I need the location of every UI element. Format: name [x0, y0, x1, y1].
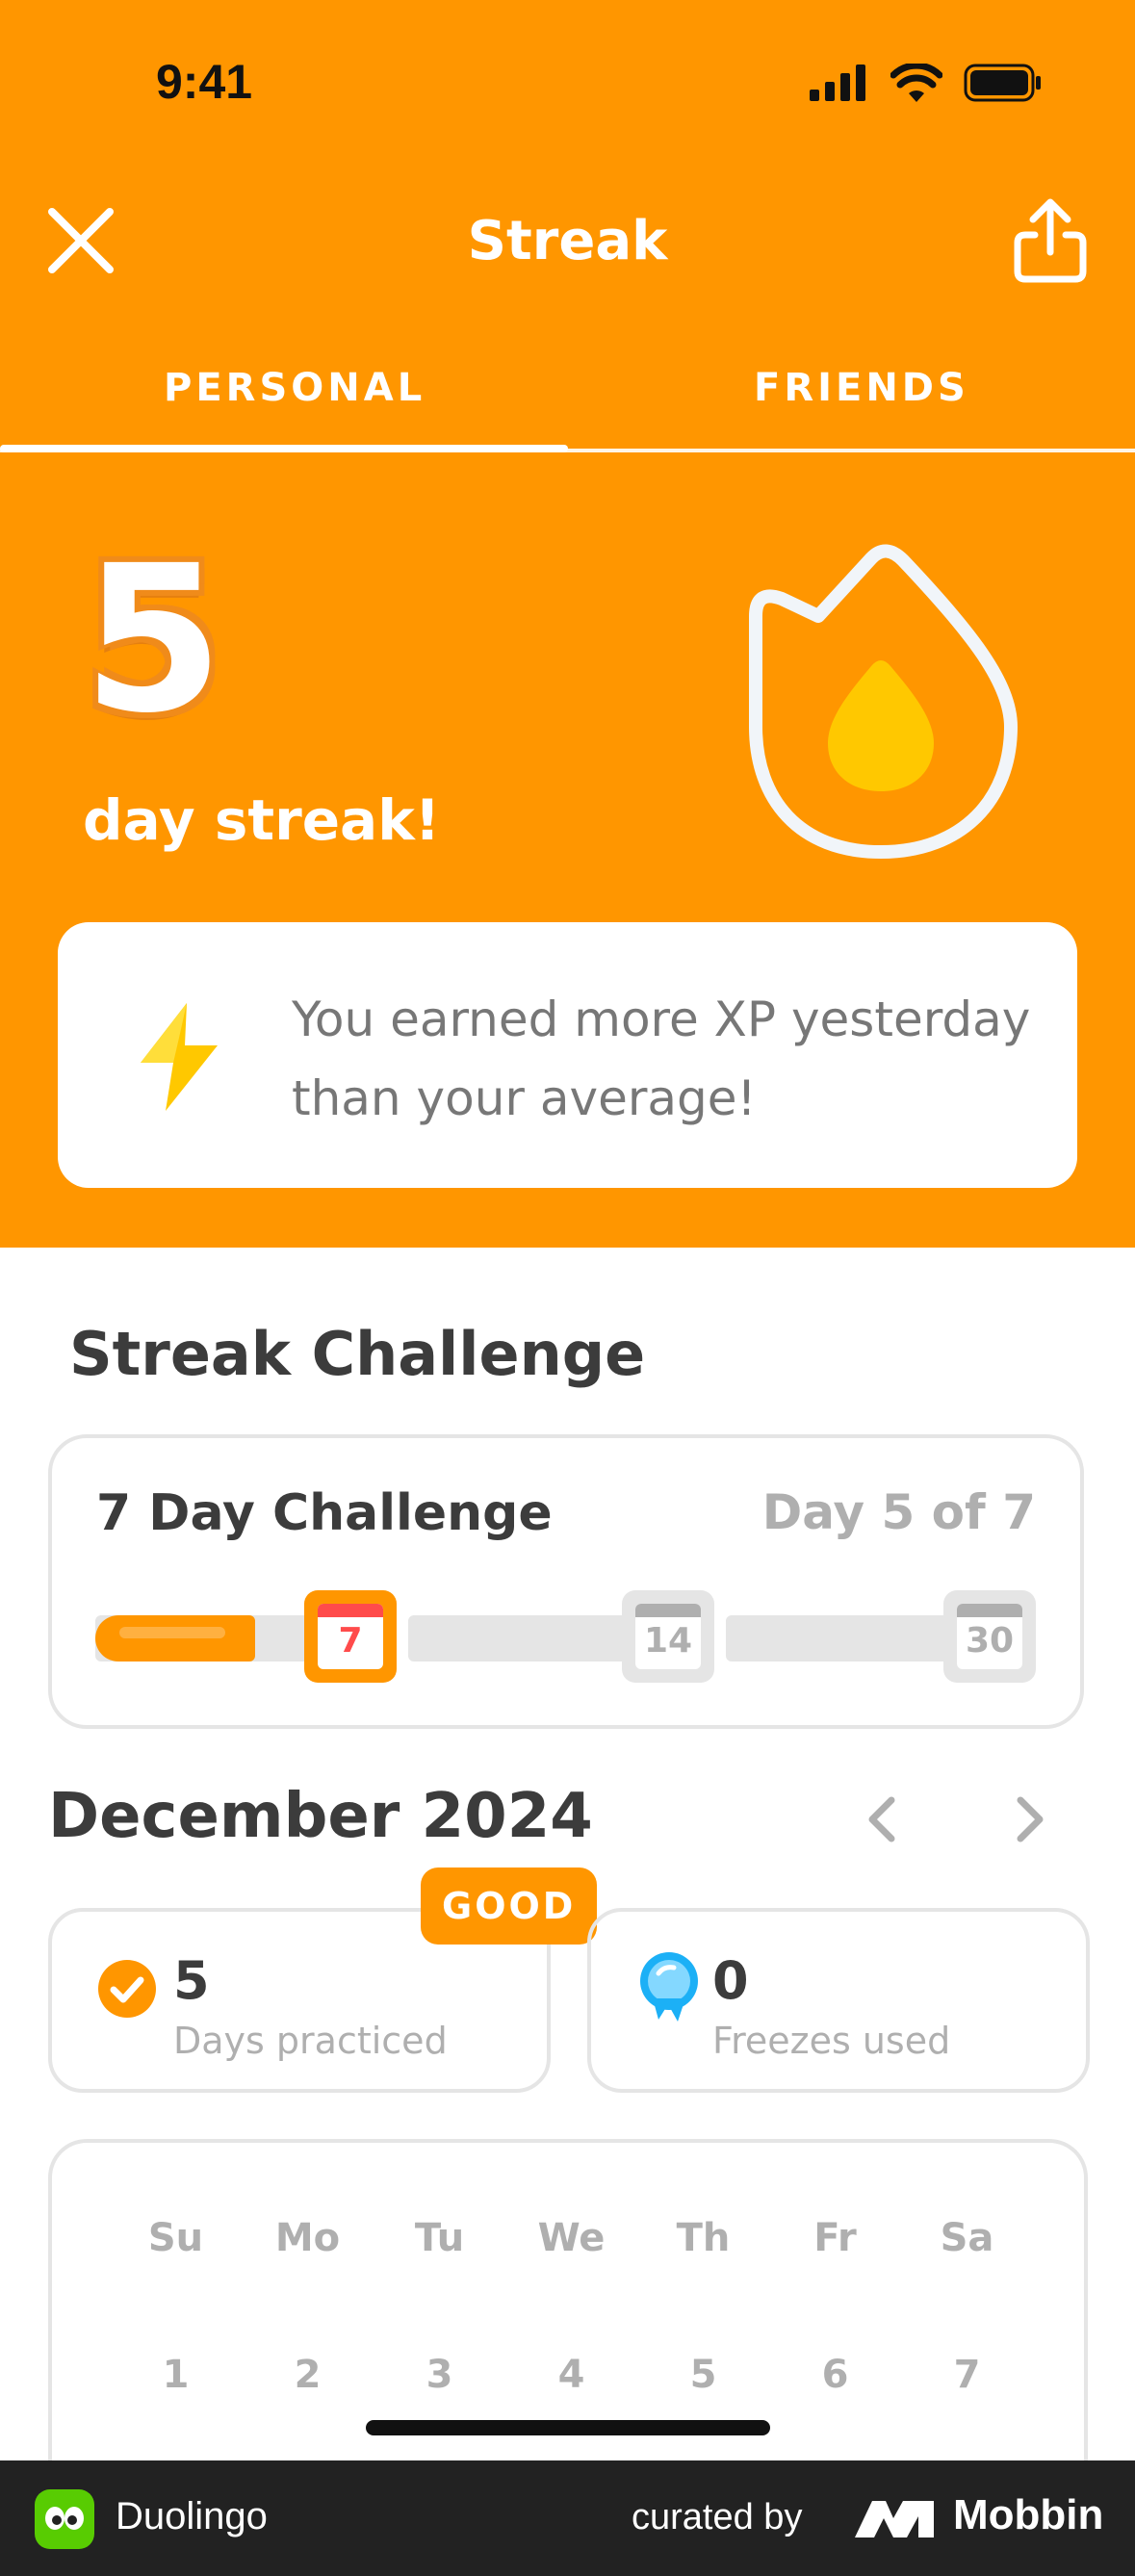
footer-curated-text: curated by	[632, 2497, 803, 2537]
tab-personal[interactable]: PERSONAL	[164, 366, 426, 410]
calendar-day[interactable]: 1	[110, 2353, 242, 2397]
chevron-right-icon[interactable]	[1011, 1794, 1049, 1844]
calendar-day[interactable]: 6	[769, 2353, 901, 2397]
tab-friends[interactable]: FRIENDS	[754, 366, 969, 410]
weekday-label: Mo	[274, 2216, 341, 2260]
calendar-day[interactable]: 4	[505, 2353, 637, 2397]
calendar-day[interactable]: 3	[374, 2353, 505, 2397]
weekday-label: Tu	[414, 2216, 465, 2260]
challenge-progress-text: Day 5 of 7	[761, 1484, 1036, 1540]
chevron-left-icon[interactable]	[863, 1794, 901, 1844]
page-title: Streak	[467, 210, 668, 272]
milestone-label: 30	[965, 1621, 1015, 1661]
days-practiced-value: 5	[173, 1950, 210, 2011]
freeze-icon	[640, 1952, 698, 2022]
freezes-used-value: 0	[712, 1950, 749, 2011]
mobbin-logo-icon	[855, 2501, 934, 2537]
milestone-7: 7	[304, 1590, 397, 1683]
streak-challenge-title: Streak Challenge	[69, 1319, 646, 1389]
progress-track-segment	[408, 1615, 658, 1662]
good-badge: GOOD	[421, 1868, 598, 1945]
xp-message-text: You earned more XP yesterday than your a…	[292, 992, 1031, 1126]
month-title: December 2024	[48, 1781, 593, 1852]
weekday-header-row: Su Mo Tu We Th Fr Sa	[110, 2216, 1034, 2260]
milestone-label: 7	[338, 1621, 363, 1661]
streak-label: day streak!	[83, 787, 441, 853]
calendar-icon: 14	[635, 1604, 701, 1669]
xp-message-card: You earned more XP yesterday than your a…	[58, 922, 1077, 1188]
calendar-day[interactable]: 7	[901, 2353, 1033, 2397]
weekday-label: We	[537, 2216, 606, 2260]
wifi-icon	[890, 64, 942, 102]
signal-icon	[810, 64, 865, 101]
owl-eyes-icon	[45, 2507, 84, 2530]
status-time: 9:41	[156, 55, 253, 109]
progress-fill-highlight	[119, 1627, 225, 1638]
freezes-used-card: 0 Freezes used	[587, 1908, 1090, 2093]
footer-brand: Mobbin	[953, 2491, 1104, 2538]
share-icon[interactable]	[1012, 196, 1089, 285]
footer-app-name: Duolingo	[116, 2495, 268, 2537]
home-indicator	[366, 2420, 770, 2435]
weekday-label: Sa	[940, 2216, 994, 2260]
calendar-icon: 30	[957, 1604, 1022, 1669]
challenge-card[interactable]: 7 Day Challenge Day 5 of 7 7 14 30	[48, 1434, 1084, 1729]
week-row: 1 2 3 4 5 6 7	[110, 2353, 1034, 2397]
weekday-label: Fr	[813, 2216, 857, 2260]
footer-bar: Duolingo curated by Mobbin	[0, 2460, 1135, 2576]
calendar-day[interactable]: 2	[242, 2353, 374, 2397]
status-icons	[810, 64, 1043, 102]
weekday-label: Th	[676, 2216, 731, 2260]
streak-count: 5	[83, 522, 224, 758]
check-circle-icon	[98, 1960, 156, 2018]
milestone-30: 30	[943, 1590, 1036, 1683]
calendar-day[interactable]: 5	[637, 2353, 769, 2397]
freezes-used-label: Freezes used	[712, 2020, 951, 2062]
battery-icon	[964, 64, 1041, 102]
days-practiced-label: Days practiced	[173, 2020, 448, 2062]
milestone-label: 14	[643, 1621, 693, 1661]
milestone-14: 14	[622, 1590, 714, 1683]
calendar-icon: 7	[318, 1604, 383, 1669]
duolingo-logo-icon	[35, 2489, 94, 2549]
lightning-icon	[141, 1003, 218, 1111]
tab-active-indicator	[0, 445, 568, 452]
progress-fill	[95, 1615, 255, 1662]
flame-icon	[749, 544, 1018, 859]
challenge-name: 7 Day Challenge	[96, 1484, 553, 1542]
weekday-label: Su	[147, 2216, 204, 2260]
